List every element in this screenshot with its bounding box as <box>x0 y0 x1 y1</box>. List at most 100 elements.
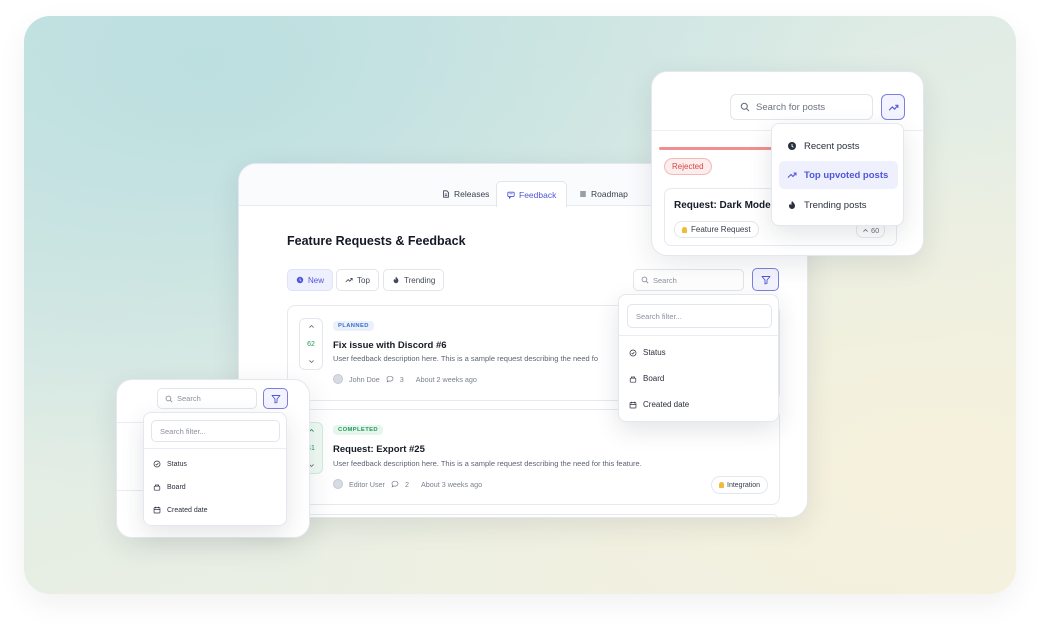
tab-releases-label: Releases <box>454 188 490 199</box>
vote-widget: 62 <box>299 318 323 370</box>
post-description: User feedback description here. This is … <box>333 459 642 468</box>
comment-icon <box>386 375 394 383</box>
search-input[interactable]: Search <box>633 269 744 291</box>
board-icon <box>629 376 637 383</box>
lightbulb-icon <box>719 482 724 488</box>
status-icon <box>153 460 161 468</box>
filter-search-input[interactable]: Search filter... <box>151 420 280 442</box>
sort-item-label: Trending posts <box>804 199 867 211</box>
sort-item-recent[interactable]: Recent posts <box>779 132 898 160</box>
tab-roadmap[interactable]: Roadmap <box>569 181 638 206</box>
trending-icon <box>345 278 353 283</box>
comment-count: 2 <box>404 479 409 489</box>
status-badge: PLANNED <box>333 321 374 331</box>
search-icon <box>641 276 649 284</box>
tab-feedback[interactable]: Feedback <box>496 181 568 207</box>
comment-count: 3 <box>399 374 404 384</box>
sort-item-trending[interactable]: Trending posts <box>779 191 898 219</box>
board-tag[interactable]: Integration <box>711 476 769 494</box>
trending-icon <box>888 104 898 111</box>
filter-button[interactable] <box>752 268 779 291</box>
filter-item-status[interactable]: Status <box>153 460 187 468</box>
sort-top-label: Top <box>357 275 370 285</box>
filter-item-board[interactable]: Board <box>629 374 664 383</box>
board-tag[interactable]: Feature Request <box>674 221 759 238</box>
post-title: Request: Dark Mode #1 <box>674 200 785 211</box>
sort-item-top-upvoted[interactable]: Top upvoted posts <box>779 161 898 189</box>
filter-icon <box>271 394 280 403</box>
vote-count: 60 <box>871 225 880 235</box>
post-card[interactable] <box>287 514 780 517</box>
post-description: User feedback description here. This is … <box>333 354 599 363</box>
filter-icon <box>761 275 770 284</box>
trending-icon <box>787 172 797 178</box>
board-tag-label: Feature Request <box>691 225 751 234</box>
chevron-down-icon[interactable] <box>308 358 315 365</box>
filter-item-created-date[interactable]: Created date <box>629 400 689 409</box>
post-time: About 3 weeks ago <box>420 479 483 489</box>
post-meta: John Doe 3 About 2 weeks ago <box>333 374 477 384</box>
tab-releases[interactable]: Releases <box>432 181 499 206</box>
flame-icon <box>789 201 795 209</box>
rejected-badge: Rejected <box>664 158 712 175</box>
sort-dropdown: Recent posts Top upvoted posts Trending … <box>771 123 904 226</box>
filter-item-label: Status <box>167 460 187 468</box>
filter-item-status[interactable]: Status <box>629 348 666 357</box>
sort-trending-chip[interactable]: Trending <box>383 269 445 291</box>
tab-roadmap-label: Roadmap <box>591 188 628 199</box>
showcase-stage: Releases Feedback Roadmap Feature Reques… <box>0 0 1040 624</box>
avatar <box>333 374 343 384</box>
calendar-icon <box>153 506 161 514</box>
divider <box>619 335 778 336</box>
clock-icon <box>788 142 796 150</box>
filter-search-input[interactable]: Search filter... <box>627 304 772 328</box>
filter-search-placeholder: Search filter... <box>160 426 206 436</box>
filter-dropdown: Search filter... Status Board Created da… <box>143 412 287 526</box>
avatar <box>333 479 343 489</box>
filter-item-board[interactable]: Board <box>153 483 186 491</box>
post-author: John Doe <box>349 374 380 384</box>
calendar-icon <box>629 401 637 408</box>
sort-new-chip[interactable]: New <box>287 269 334 291</box>
message-icon <box>507 191 515 199</box>
sort-top-chip[interactable]: Top <box>336 269 379 291</box>
filter-item-label: Created date <box>167 506 208 514</box>
post-title[interactable]: Fix issue with Discord #6 <box>333 340 447 351</box>
sort-new-label: New <box>308 275 325 285</box>
sort-item-label: Recent posts <box>804 140 860 152</box>
tab-feedback-label: Feedback <box>519 189 557 200</box>
search-input[interactable]: Search <box>157 388 257 409</box>
board-icon <box>153 484 161 491</box>
comment-icon <box>391 480 399 488</box>
filter-search-placeholder: Search filter... <box>636 311 682 321</box>
board-tag-label: Integration <box>727 481 761 489</box>
chevron-up-icon[interactable] <box>308 323 315 330</box>
sort-item-label: Top upvoted posts <box>804 169 889 181</box>
status-badge: COMPLETED <box>333 425 383 435</box>
status-icon <box>629 349 637 356</box>
filter-item-created-date[interactable]: Created date <box>153 506 207 514</box>
search-icon <box>740 102 750 112</box>
sort-trending-label: Trending <box>404 275 436 285</box>
post-search-input[interactable]: Search for posts <box>730 94 873 120</box>
list-icon <box>580 191 586 196</box>
filter-item-label: Board <box>167 483 186 491</box>
post-meta: Editor User 2 About 3 weeks ago <box>333 479 482 489</box>
filter-dropdown: Search filter... Status Board Created da… <box>618 294 779 422</box>
divider <box>117 422 145 423</box>
filter-item-label: Board <box>643 374 665 383</box>
search-placeholder: Search <box>653 275 677 285</box>
page-title: Feature Requests & Feedback <box>287 234 466 248</box>
divider <box>117 490 145 491</box>
divider <box>144 448 286 449</box>
post-search-placeholder: Search for posts <box>756 101 826 113</box>
document-icon <box>443 189 449 198</box>
sort-button[interactable] <box>881 94 905 120</box>
post-title[interactable]: Request: Export #25 <box>333 444 425 455</box>
filter-item-label: Created date <box>643 400 690 409</box>
search-placeholder: Search <box>177 394 201 403</box>
clock-icon <box>296 276 304 284</box>
post-card[interactable]: 41 COMPLETED Request: Export #25 User fe… <box>287 409 780 505</box>
vote-count: 62 <box>307 340 315 348</box>
filter-button[interactable] <box>263 388 288 409</box>
